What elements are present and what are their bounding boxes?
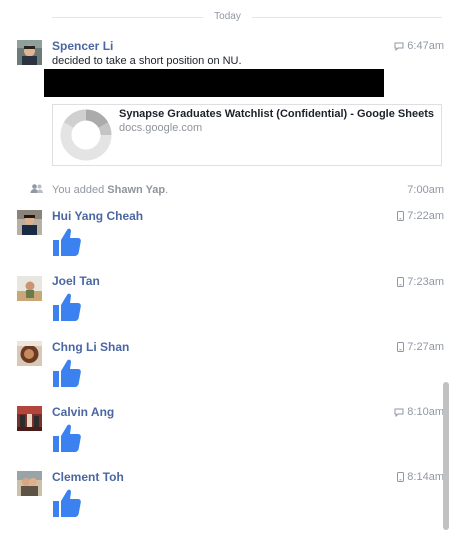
thumbs-up-icon	[52, 357, 82, 389]
thumbs-up-icon	[52, 226, 82, 258]
date-divider-label: Today	[214, 11, 241, 22]
message-time-text: 8:10am	[407, 406, 444, 418]
message-time[interactable]: 7:23am	[397, 276, 444, 288]
redacted-block	[44, 69, 384, 97]
avatar[interactable]	[17, 406, 42, 431]
added-user-name[interactable]: Shawn Yap	[107, 184, 165, 196]
thumbs-up-icon	[52, 487, 82, 519]
sender-name[interactable]: Hui Yang Cheah	[52, 209, 143, 223]
message-time-text: 6:47am	[407, 40, 444, 52]
scrollbar[interactable]	[443, 382, 449, 530]
avatar[interactable]	[17, 341, 42, 366]
date-divider: Today	[52, 10, 442, 26]
mobile-phone-icon	[397, 472, 405, 482]
avatar[interactable]	[17, 276, 42, 301]
message-time[interactable]: 7:27am	[397, 341, 444, 353]
message-time[interactable]: 8:10am	[394, 406, 444, 418]
avatar[interactable]	[17, 471, 42, 496]
message-time-text: 7:23am	[407, 276, 444, 288]
system-prefix: You added	[52, 184, 108, 196]
sender-name[interactable]: Spencer Li	[52, 39, 113, 53]
message-time[interactable]: 7:22am	[397, 210, 444, 222]
sender-name[interactable]: Calvin Ang	[52, 405, 114, 419]
chat-bubble-icon	[394, 42, 404, 51]
people-icon	[30, 183, 44, 198]
thumbs-up-icon	[52, 422, 82, 454]
message-text: decided to take a short position on NU.	[52, 55, 242, 67]
link-title[interactable]: Synapse Graduates Watchlist (Confidentia…	[119, 108, 434, 120]
system-suffix: .	[165, 184, 169, 196]
divider-line-left	[52, 17, 203, 18]
message-time-text: 7:22am	[407, 210, 444, 222]
sender-name[interactable]: Clement Toh	[52, 470, 124, 484]
sender-name[interactable]: Joel Tan	[52, 274, 100, 288]
mobile-phone-icon	[397, 211, 405, 221]
mobile-phone-icon	[397, 277, 405, 287]
message-time-text: 7:27am	[407, 341, 444, 353]
system-message: You added Shawn Yap. 7:00am	[30, 183, 444, 197]
avatar[interactable]	[17, 210, 42, 235]
thumbs-up-icon	[52, 291, 82, 323]
link-domain: docs.google.com	[119, 122, 203, 134]
message-time[interactable]: 8:14am	[397, 471, 444, 483]
system-message-text: You added Shawn Yap.	[52, 184, 168, 196]
link-preview-card[interactable]: Synapse Graduates Watchlist (Confidentia…	[52, 104, 442, 166]
message-time-text: 8:14am	[407, 471, 444, 483]
message-time[interactable]: 6:47am	[394, 40, 444, 52]
system-time: 7:00am	[407, 184, 444, 196]
mobile-phone-icon	[397, 342, 405, 352]
divider-line-right	[252, 17, 442, 18]
avatar[interactable]	[17, 40, 42, 65]
loading-spinner-icon	[57, 107, 115, 163]
chat-bubble-icon	[394, 408, 404, 417]
sender-name[interactable]: Chng Li Shan	[52, 340, 129, 354]
